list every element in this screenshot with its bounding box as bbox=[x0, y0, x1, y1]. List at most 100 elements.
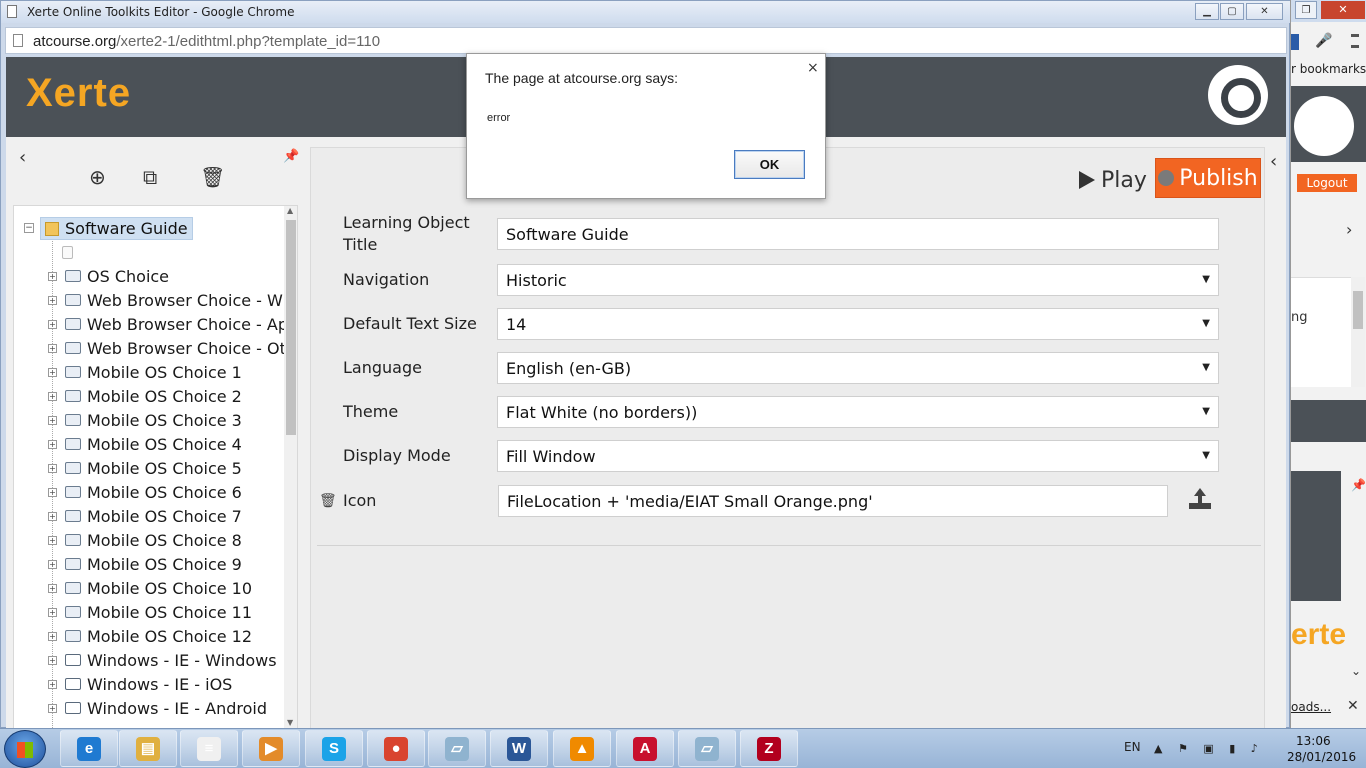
taskbar-vlc-button[interactable]: ▲ bbox=[553, 730, 611, 767]
text-size-select[interactable]: 14 ▼ bbox=[497, 308, 1219, 340]
menu-icon[interactable] bbox=[1351, 34, 1359, 48]
tree-item[interactable]: + Web Browser Choice - Ot bbox=[48, 336, 288, 360]
expand-icon[interactable]: + bbox=[48, 271, 57, 281]
expand-icon[interactable]: + bbox=[48, 631, 57, 641]
tree-item[interactable]: + Windows - IE - Android bbox=[48, 696, 288, 720]
title-input[interactable]: Software Guide bbox=[497, 218, 1219, 250]
chevron-left-icon[interactable]: ‹ bbox=[1270, 151, 1277, 172]
expand-icon[interactable]: + bbox=[48, 583, 57, 593]
taskbar-filezilla-button[interactable]: Z bbox=[740, 730, 798, 767]
tree-root[interactable]: − Software Guide bbox=[24, 216, 193, 240]
downloads-link[interactable]: oads... bbox=[1291, 700, 1331, 714]
play-button[interactable]: Play bbox=[1079, 160, 1147, 200]
trash-icon[interactable]: 🗑 bbox=[319, 493, 337, 509]
bookmarks-label[interactable]: r bookmarks bbox=[1291, 62, 1366, 76]
expand-icon[interactable]: + bbox=[48, 559, 57, 569]
microphone-icon[interactable]: 🎤 bbox=[1315, 33, 1332, 49]
tree-item[interactable]: + Mobile OS Choice 7 bbox=[48, 504, 288, 528]
taskbar-chrome-button[interactable]: ● bbox=[367, 730, 425, 767]
page-info-icon[interactable] bbox=[13, 34, 23, 47]
scroll-up-icon[interactable]: ▲ bbox=[287, 206, 293, 215]
tree-item[interactable]: + Mobile OS Choice 8 bbox=[48, 528, 288, 552]
expand-icon[interactable]: + bbox=[48, 679, 57, 689]
tree-item[interactable]: + Windows - IE - iOS bbox=[48, 672, 288, 696]
taskbar-notepad-button[interactable]: ≡ bbox=[180, 730, 238, 767]
close-icon[interactable]: × bbox=[807, 60, 819, 76]
ok-button[interactable]: OK bbox=[734, 150, 805, 179]
chevron-right-icon[interactable]: › bbox=[1346, 220, 1352, 239]
add-page-icon[interactable]: ⊕ bbox=[89, 165, 106, 189]
scroll-thumb[interactable] bbox=[286, 220, 296, 435]
language-indicator[interactable]: EN bbox=[1124, 740, 1141, 754]
extension-icon[interactable] bbox=[1291, 34, 1299, 50]
url-text[interactable]: atcourse.org/xerte2-1/edithtml.php?templ… bbox=[33, 33, 380, 50]
scroll-down-icon[interactable]: ▼ bbox=[287, 718, 293, 727]
expand-icon[interactable]: + bbox=[48, 295, 57, 305]
tree-item[interactable]: + Mobile OS Choice 6 bbox=[48, 480, 288, 504]
pin-icon[interactable]: 📌 bbox=[1351, 478, 1366, 492]
close-window-button[interactable]: ✕ bbox=[1246, 3, 1283, 20]
taskbar-media-player-button[interactable]: ▶ bbox=[242, 730, 300, 767]
expand-icon[interactable]: + bbox=[48, 655, 57, 665]
minimize-button[interactable]: ▁ bbox=[1195, 3, 1219, 20]
tree-item[interactable]: + Mobile OS Choice 11 bbox=[48, 600, 288, 624]
taskbar-tablet-button[interactable]: ▱ bbox=[428, 730, 486, 767]
tree-item[interactable]: + Mobile OS Choice 3 bbox=[48, 408, 288, 432]
scroll-thumb[interactable] bbox=[1353, 291, 1363, 329]
expand-icon[interactable]: + bbox=[48, 415, 57, 425]
tree-scrollbar[interactable]: ▲ ▼ bbox=[284, 206, 297, 730]
expand-icon[interactable]: + bbox=[48, 463, 57, 473]
expand-icon[interactable]: + bbox=[48, 703, 57, 713]
expand-icon[interactable]: + bbox=[48, 607, 57, 617]
expand-icon[interactable]: + bbox=[48, 367, 57, 377]
restore-button[interactable]: ❐ bbox=[1295, 1, 1317, 19]
expand-icon[interactable]: + bbox=[48, 319, 57, 329]
delete-page-icon[interactable]: 🗑 bbox=[200, 165, 225, 189]
language-select[interactable]: English (en-GB) ▼ bbox=[497, 352, 1219, 384]
tree-item[interactable]: + Mobile OS Choice 10 bbox=[48, 576, 288, 600]
maximize-button[interactable]: ▢ bbox=[1220, 3, 1244, 20]
tree-item[interactable] bbox=[48, 240, 288, 264]
theme-select[interactable]: Flat White (no borders)) ▼ bbox=[497, 396, 1219, 428]
expand-icon[interactable]: + bbox=[48, 535, 57, 545]
tree-item[interactable]: + Web Browser Choice - Ap bbox=[48, 312, 288, 336]
expand-icon[interactable]: + bbox=[48, 439, 57, 449]
tree-item[interactable]: + Windows - IE - Windows bbox=[48, 648, 288, 672]
clock-time[interactable]: 13:06 bbox=[1296, 734, 1331, 748]
expand-icon[interactable]: + bbox=[48, 511, 57, 521]
tree-item[interactable]: + Mobile OS Choice 1 bbox=[48, 360, 288, 384]
clock-date[interactable]: 28/01/2016 bbox=[1287, 750, 1356, 764]
publish-button[interactable]: Publish bbox=[1155, 158, 1261, 198]
bg-close-button[interactable]: ✕ bbox=[1321, 1, 1365, 19]
tree-item[interactable]: + Mobile OS Choice 5 bbox=[48, 456, 288, 480]
taskbar-acrobat-button[interactable]: A bbox=[616, 730, 674, 767]
collapse-toggle-icon[interactable]: − bbox=[24, 223, 34, 233]
address-bar[interactable]: atcourse.org/xerte2-1/edithtml.php?templ… bbox=[5, 27, 1287, 54]
chevron-down-icon[interactable]: ⌄ bbox=[1351, 664, 1361, 678]
expand-icon[interactable]: + bbox=[48, 343, 57, 353]
taskbar-word-button[interactable]: W bbox=[490, 730, 548, 767]
tree-item[interactable]: + Mobile OS Choice 4 bbox=[48, 432, 288, 456]
expand-icon[interactable]: + bbox=[48, 487, 57, 497]
expand-icon[interactable]: + bbox=[48, 391, 57, 401]
bg-scrollbar[interactable] bbox=[1351, 277, 1365, 387]
tree-item[interactable]: + OS Choice bbox=[48, 264, 288, 288]
tree-item[interactable]: + Mobile OS Choice 12 bbox=[48, 624, 288, 648]
taskbar-ie-button[interactable]: e bbox=[60, 730, 118, 767]
upload-icon[interactable] bbox=[1189, 488, 1211, 510]
tree-item[interactable]: + Mobile OS Choice 9 bbox=[48, 552, 288, 576]
taskbar-tablet2-button[interactable]: ▱ bbox=[678, 730, 736, 767]
tray-icons[interactable]: ▲ ⚑ ▣ ▮ ♪ bbox=[1154, 742, 1264, 755]
icon-path-input[interactable]: FileLocation + 'media/EIAT Small Orange.… bbox=[498, 485, 1168, 517]
tree-root-label[interactable]: Software Guide bbox=[40, 216, 193, 240]
logout-button[interactable]: Logout bbox=[1297, 174, 1357, 192]
display-mode-select[interactable]: Fill Window ▼ bbox=[497, 440, 1219, 472]
chevron-left-icon[interactable]: ‹ bbox=[19, 147, 26, 168]
tree-item[interactable]: + Mobile OS Choice 2 bbox=[48, 384, 288, 408]
close-icon[interactable]: ✕ bbox=[1347, 698, 1359, 714]
pin-icon[interactable]: 📌 bbox=[283, 149, 299, 164]
duplicate-page-icon[interactable]: ⧉ bbox=[143, 165, 157, 189]
navigation-select[interactable]: Historic ▼ bbox=[497, 264, 1219, 296]
taskbar-skype-button[interactable]: S bbox=[305, 730, 363, 767]
tree-item[interactable]: + Web Browser Choice - Wi bbox=[48, 288, 288, 312]
